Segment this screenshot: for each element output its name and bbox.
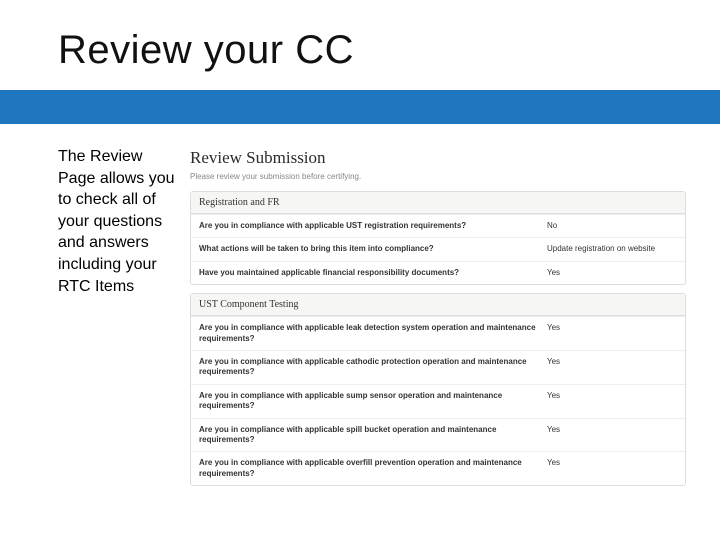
answer-text: No: [547, 221, 677, 231]
answer-text: Yes: [547, 268, 677, 278]
answer-text: Update registration on website: [547, 244, 677, 254]
qa-row: What actions will be taken to bring this…: [191, 237, 685, 260]
qa-row: Are you in compliance with applicable su…: [191, 384, 685, 418]
content-area: The Review Page allows you to check all …: [58, 146, 710, 520]
answer-text: Yes: [547, 391, 677, 412]
question-text: Are you in compliance with applicable su…: [199, 391, 547, 412]
qa-row: Are you in compliance with applicable ov…: [191, 451, 685, 485]
qa-row: Are you in compliance with applicable US…: [191, 214, 685, 237]
question-text: Are you in compliance with applicable US…: [199, 221, 547, 231]
question-text: Are you in compliance with applicable ov…: [199, 458, 547, 479]
section-ust-testing: UST Component Testing Are you in complia…: [190, 293, 686, 486]
accent-bar: [0, 90, 720, 124]
screenshot-subheading: Please review your submission before cer…: [190, 172, 686, 181]
qa-row: Are you in compliance with applicable le…: [191, 316, 685, 350]
question-text: Are you in compliance with applicable sp…: [199, 425, 547, 446]
qa-row: Have you maintained applicable financial…: [191, 261, 685, 284]
question-text: What actions will be taken to bring this…: [199, 244, 547, 254]
question-text: Have you maintained applicable financial…: [199, 268, 547, 278]
answer-text: Yes: [547, 323, 677, 344]
qa-row: Are you in compliance with applicable sp…: [191, 418, 685, 452]
question-text: Are you in compliance with applicable ca…: [199, 357, 547, 378]
sidebar-text: The Review Page allows you to check all …: [58, 146, 178, 297]
section-registration: Registration and FR Are you in complianc…: [190, 191, 686, 285]
embedded-screenshot: Review Submission Please review your sub…: [190, 148, 686, 494]
screenshot-heading: Review Submission: [190, 148, 686, 168]
answer-text: Yes: [547, 357, 677, 378]
qa-row: Are you in compliance with applicable ca…: [191, 350, 685, 384]
answer-text: Yes: [547, 458, 677, 479]
question-text: Are you in compliance with applicable le…: [199, 323, 547, 344]
page-title: Review your CC: [0, 0, 720, 73]
answer-text: Yes: [547, 425, 677, 446]
section-title: UST Component Testing: [191, 294, 685, 316]
slide: Review your CC The Review Page allows yo…: [0, 0, 720, 540]
section-title: Registration and FR: [191, 192, 685, 214]
